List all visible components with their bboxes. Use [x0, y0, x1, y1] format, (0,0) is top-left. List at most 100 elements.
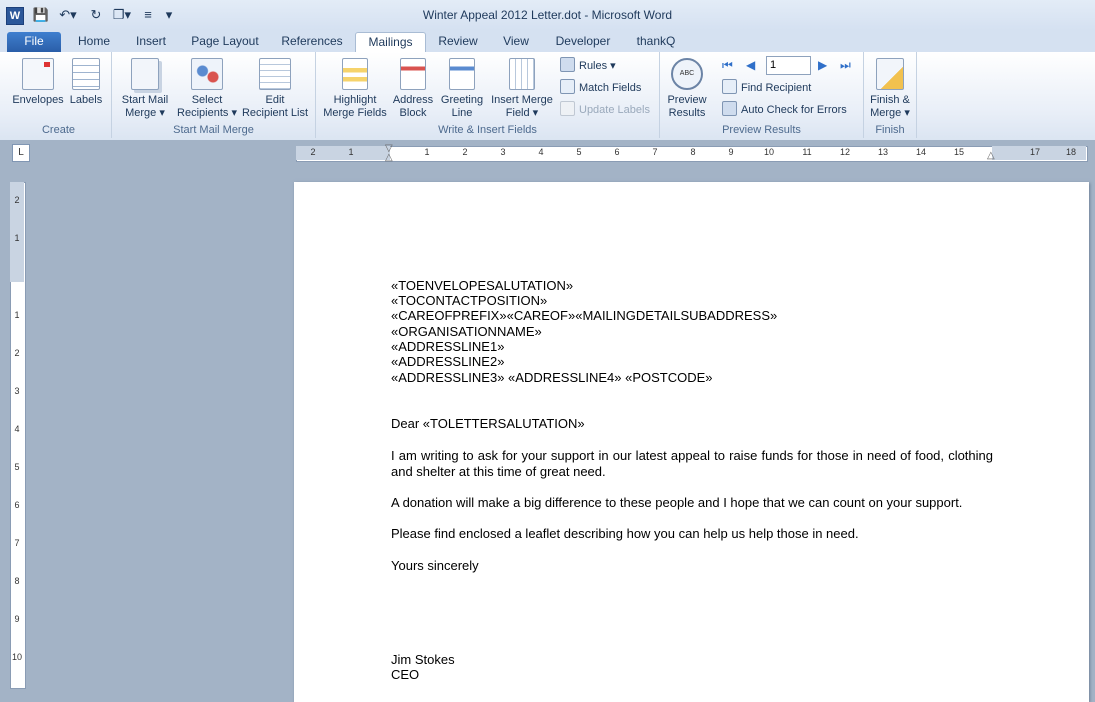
ruler-tick: 18 [1065, 147, 1076, 157]
labels-button[interactable]: Labels [66, 58, 106, 107]
rules-button[interactable]: Rules ▾ [560, 57, 616, 73]
body-paragraph[interactable]: Please find enclosed a leaflet describin… [391, 526, 993, 542]
address-line[interactable]: «ADDRESSLINE1» [391, 339, 504, 355]
greeting-line-icon [449, 58, 475, 90]
highlight-merge-fields-button[interactable]: Highlight Merge Fields [320, 58, 390, 120]
right-indent-icon[interactable]: △ [987, 151, 997, 161]
edit-recipient-list-button[interactable]: Edit Recipient List [238, 58, 312, 120]
ruler-tick: 17 [1029, 147, 1040, 157]
ruler-tick: 8 [14, 576, 20, 586]
ruler-tick: 13 [877, 147, 888, 157]
group-label-write-insert-fields: Write & Insert Fields [438, 124, 537, 136]
group-label-preview-results: Preview Results [722, 124, 801, 136]
ruler-tick: 3 [500, 147, 506, 157]
body-paragraph[interactable]: A donation will make a big difference to… [391, 495, 993, 511]
ruler-tick: 5 [576, 147, 582, 157]
ruler-tick: 1 [348, 147, 354, 157]
find-recipient-icon [722, 79, 737, 94]
select-recipients-button[interactable]: Select Recipients ▾ [174, 58, 240, 120]
envelopes-button[interactable]: Envelopes [10, 58, 66, 107]
tab-page-layout[interactable]: Page Layout [186, 32, 264, 52]
finish-merge-button[interactable]: Finish & Merge ▾ [864, 58, 916, 120]
rules-icon [560, 57, 575, 72]
find-recipient-button[interactable]: Find Recipient [722, 79, 811, 95]
preview-magnifier-icon: ABC [671, 58, 703, 90]
ruler-tick: 14 [915, 147, 926, 157]
ruler-tick: 12 [839, 147, 850, 157]
group-label-finish: Finish [875, 124, 905, 136]
insert-field-icon [509, 58, 535, 90]
ruler-tick: 1 [14, 233, 20, 243]
document-page[interactable] [294, 182, 1089, 702]
tab-developer[interactable]: Developer [550, 32, 616, 52]
match-fields-button[interactable]: Match Fields [560, 79, 641, 95]
ruler-tick: 1 [424, 147, 430, 157]
group-label-create: Create [41, 124, 76, 136]
address-line[interactable]: «TOENVELOPESALUTATION» [391, 278, 573, 294]
finish-merge-icon [876, 58, 904, 90]
ruler-tick: 5 [14, 462, 20, 472]
ruler-tick: 10 [763, 147, 774, 157]
highlight-icon [342, 58, 368, 90]
start-mail-merge-button[interactable]: Start Mail Merge ▾ [116, 58, 174, 120]
group-preview-results: ABC Preview Results ⏮ ◀ 1 ▶ ⏭ Find Recip… [660, 52, 864, 138]
previous-record-icon[interactable]: ◀ [746, 57, 755, 73]
last-record-icon[interactable]: ⏭ [840, 57, 851, 73]
tab-thankq[interactable]: thankQ [628, 32, 684, 52]
ruler-tick: 2 [14, 195, 20, 205]
record-number-input[interactable]: 1 [766, 56, 811, 75]
labels-icon [72, 58, 100, 90]
ribbon-tabs: File Home Insert Page Layout References … [0, 30, 1095, 54]
edit-list-icon [259, 58, 291, 90]
start-merge-icon [131, 58, 159, 90]
tab-insert[interactable]: Insert [129, 32, 173, 52]
envelope-icon [22, 58, 54, 90]
update-labels-icon [560, 101, 575, 116]
ruler-tick: 9 [14, 614, 20, 624]
tab-view[interactable]: View [494, 32, 538, 52]
group-create: Envelopes Labels Create [6, 52, 112, 138]
update-labels-button[interactable]: Update Labels [560, 101, 650, 117]
tab-mailings[interactable]: Mailings [355, 32, 426, 54]
ruler-tick: 10 [11, 652, 22, 662]
address-block-button[interactable]: Address Block [390, 58, 436, 120]
ruler-tick: 6 [14, 500, 20, 510]
address-line[interactable]: «ADDRESSLINE3» «ADDRESSLINE4» «POSTCODE» [391, 370, 713, 386]
ruler-tick: 15 [953, 147, 964, 157]
address-line[interactable]: «CAREOFPREFIX»«CAREOF»«MAILINGDETAILSUBA… [391, 308, 777, 324]
preview-results-button[interactable]: ABC Preview Results [662, 58, 712, 120]
salutation[interactable]: Dear «TOLETTERSALUTATION» [391, 416, 585, 432]
tab-review[interactable]: Review [432, 32, 484, 52]
ruler-tick: 2 [462, 147, 468, 157]
indent-marker-icon[interactable]: ▽ △ [385, 144, 395, 163]
match-fields-icon [560, 79, 575, 94]
group-start-mail-merge: Start Mail Merge ▾ Select Recipients ▾ E… [112, 52, 316, 138]
group-finish: Finish & Merge ▾ Finish [864, 52, 917, 138]
closing[interactable]: Yours sincerely [391, 558, 479, 574]
address-line[interactable]: «ORGANISATIONNAME» [391, 324, 542, 340]
insert-merge-field-button[interactable]: Insert Merge Field ▾ [488, 58, 556, 120]
signer-name[interactable]: Jim Stokes [391, 652, 455, 668]
ruler-tick: 7 [14, 538, 20, 548]
tab-selector[interactable]: L [12, 144, 30, 162]
ruler-tick: 4 [14, 424, 20, 434]
body-paragraph[interactable]: I am writing to ask for your support in … [391, 448, 993, 480]
first-record-icon[interactable]: ⏮ [722, 57, 733, 73]
auto-check-errors-button[interactable]: Auto Check for Errors [722, 101, 847, 117]
signer-title[interactable]: CEO [391, 667, 419, 683]
ruler-tick: 3 [14, 386, 20, 396]
address-block-icon [400, 58, 426, 90]
ruler-tick: 6 [614, 147, 620, 157]
ruler-tick: 8 [690, 147, 696, 157]
next-record-icon[interactable]: ▶ [818, 57, 827, 73]
greeting-line-button[interactable]: Greeting Line [436, 58, 488, 120]
ruler-tick: 4 [538, 147, 544, 157]
tab-file[interactable]: File [7, 32, 61, 52]
tab-references[interactable]: References [276, 32, 348, 52]
ruler-tick: 7 [652, 147, 658, 157]
ruler-tick: 1 [14, 310, 20, 320]
title-bar: W 💾 ↶▾ ↻ ❐▾ ≡ ▾ Winter Appeal 2012 Lette… [0, 0, 1095, 30]
address-line[interactable]: «ADDRESSLINE2» [391, 354, 504, 370]
address-line[interactable]: «TOCONTACTPOSITION» [391, 293, 547, 309]
tab-home[interactable]: Home [72, 32, 116, 52]
